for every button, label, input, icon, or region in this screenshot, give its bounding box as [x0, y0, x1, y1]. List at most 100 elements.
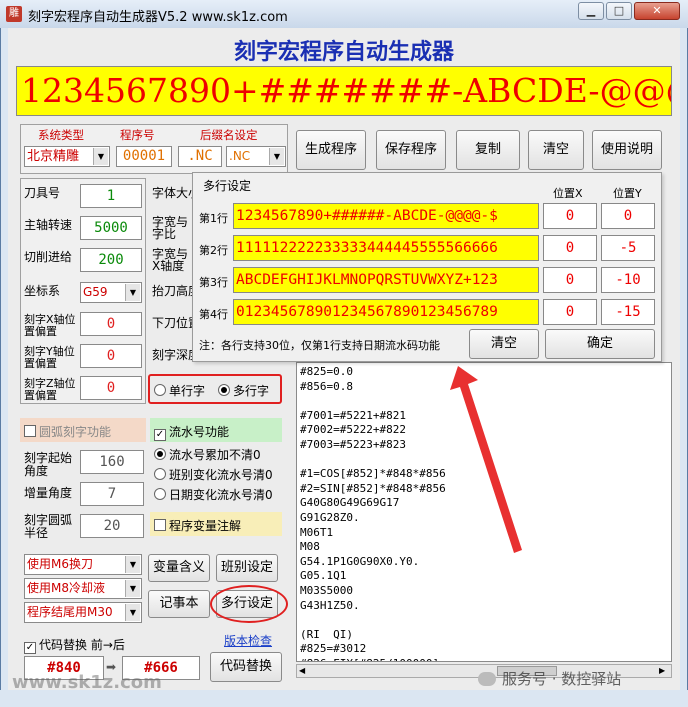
x-offset-input[interactable]: 0 [80, 312, 142, 336]
highlight-ellipse [210, 585, 288, 623]
row1-x-input[interactable]: 0 [543, 203, 597, 229]
checkbox-icon [24, 425, 36, 437]
tool-change-select[interactable]: 使用M6换刀 ▼ [24, 554, 142, 575]
coord-select[interactable]: G59 ▼ [80, 282, 142, 303]
tool-no-label: 刀具号 [24, 186, 61, 200]
serial-opt2-radio[interactable]: 班别变化流水号清0 [154, 466, 273, 483]
radio-icon [154, 488, 166, 500]
row1-y-input[interactable]: 0 [601, 203, 655, 229]
maximize-button[interactable]: □ [606, 2, 632, 20]
coord-label: 坐标系 [24, 284, 61, 298]
watermark-right: 服务号 · 数控驿站 [478, 668, 621, 689]
row3-y-input[interactable]: -10 [601, 267, 655, 293]
title-bar: 雕 刻字宏程序自动生成器V5.2 www.sk1z.com ▁ □ ✕ [0, 0, 688, 28]
code-replace-checkbox[interactable]: ✓ 代码替换 前→后 [24, 636, 125, 654]
checkbox-icon [154, 519, 166, 531]
spindle-input[interactable]: 5000 [80, 216, 142, 240]
row3-text-input[interactable]: ABCDEFGHIJKLMNOPQRSTUVWXYZ+123 [233, 267, 539, 293]
dialog-clear-button[interactable]: 清空 [469, 329, 539, 359]
suffix-label: 后缀名设定 [200, 128, 258, 142]
arc-inc-label: 增量角度 [24, 486, 73, 500]
checkmark-icon: ✓ [24, 642, 36, 654]
row1-label: 第1行 [199, 212, 228, 225]
version-check-link[interactable]: 版本检查 [224, 632, 272, 649]
save-button[interactable]: 保存程序 [376, 130, 446, 170]
shift-set-button[interactable]: 班别设定 [216, 554, 278, 582]
z-offset-input[interactable]: 0 [80, 376, 142, 400]
chevron-down-icon: ▼ [269, 148, 284, 165]
row2-y-input[interactable]: -5 [601, 235, 655, 261]
wechat-icon [478, 672, 496, 686]
z-offset-label: 刻字Z轴位置偏置 [24, 377, 76, 402]
radio-selected-icon [218, 384, 230, 396]
multi-line-radio[interactable]: 多行字 [218, 382, 269, 399]
serial-func-checkbox[interactable]: ✓ 流水号功能 [154, 423, 229, 441]
row2-x-input[interactable]: 0 [543, 235, 597, 261]
row1-text-input[interactable]: 1234567890+######-ABCDE-@@@@-$ [233, 203, 539, 229]
row2-text-input[interactable]: 111112222233333444445555566666 [233, 235, 539, 261]
chevron-down-icon: ▼ [125, 556, 140, 573]
system-type-select[interactable]: 北京精雕 ▼ [24, 146, 110, 167]
program-no-label: 程序号 [120, 128, 155, 142]
close-button[interactable]: ✕ [634, 2, 680, 20]
chevron-down-icon: ▼ [125, 284, 140, 301]
radio-selected-icon [154, 448, 166, 460]
radio-icon [154, 468, 166, 480]
program-end-select[interactable]: 程序结尾用M30 ▼ [24, 602, 142, 623]
y-offset-input[interactable]: 0 [80, 344, 142, 368]
row3-x-input[interactable]: 0 [543, 267, 597, 293]
copy-button[interactable]: 复制 [456, 130, 520, 170]
single-line-radio[interactable]: 单行字 [154, 382, 205, 399]
app-heading: 刻字宏程序自动生成器 [233, 40, 454, 65]
system-type-label: 系统类型 [38, 128, 84, 142]
arc-inc-input[interactable]: 7 [80, 482, 144, 506]
coolant-select[interactable]: 使用M8冷却液 ▼ [24, 578, 142, 599]
row3-label: 第3行 [199, 276, 228, 289]
radio-icon [154, 384, 166, 396]
watermark-left: www.sk1z.com [12, 672, 162, 693]
row2-label: 第2行 [199, 244, 228, 257]
suffix1-input[interactable]: .NC [178, 146, 222, 167]
feed-input[interactable]: 200 [80, 248, 142, 272]
code-replace-button[interactable]: 代码替换 [210, 652, 282, 682]
app-icon: 雕 [6, 6, 22, 22]
program-no-input[interactable]: 00001 [116, 146, 172, 167]
width-x-label: 字宽与X轴度 [152, 247, 189, 273]
suffix2-select[interactable]: .NC ▼ [226, 146, 286, 167]
width-ratio-label: 字宽与字比 [152, 215, 189, 241]
row4-text-input[interactable]: 012345678901234567890123456789 [233, 299, 539, 325]
scroll-right-icon: ▶ [659, 666, 666, 675]
row4-label: 第4行 [199, 308, 228, 321]
arc-start-input[interactable]: 160 [80, 450, 144, 474]
chevron-down-icon: ▼ [125, 604, 140, 621]
serial-opt3-radio[interactable]: 日期变化流水号清0 [154, 486, 273, 503]
annotation-arrow [450, 366, 522, 553]
arc-radius-input[interactable]: 20 [80, 514, 144, 538]
dialog-note: 注：各行支持30位，仅第1行支持日期流水码功能 [199, 339, 440, 352]
y-offset-label: 刻字Y轴位置偏置 [24, 345, 75, 370]
col-y-header: 位置Y [613, 187, 642, 200]
checkmark-icon: ✓ [154, 429, 166, 441]
preview-banner: 1234567890+#######-ABCDE-@@@@-$ [16, 66, 672, 116]
multiline-dialog: 多行设定 位置X 位置Y 第1行 1234567890+######-ABCDE… [192, 172, 662, 362]
var-meaning-button[interactable]: 变量含义 [148, 554, 210, 582]
chevron-down-icon: ▼ [93, 148, 108, 165]
window-title: 刻字宏程序自动生成器V5.2 www.sk1z.com [28, 10, 288, 25]
generate-button[interactable]: 生成程序 [296, 130, 366, 170]
arc-func-checkbox[interactable]: 圆弧刻字功能 [24, 423, 111, 440]
chevron-down-icon: ▼ [125, 580, 140, 597]
annotate-checkbox[interactable]: 程序变量注解 [154, 517, 241, 534]
help-button[interactable]: 使用说明 [592, 130, 662, 170]
tool-no-input[interactable]: 1 [80, 184, 142, 208]
serial-opt1-radio[interactable]: 流水号累加不清0 [154, 446, 261, 463]
scroll-left-icon: ◀ [299, 666, 306, 675]
dialog-title: 多行设定 [203, 179, 252, 193]
clear-button[interactable]: 清空 [528, 130, 584, 170]
x-offset-label: 刻字X轴位置偏置 [24, 313, 76, 338]
spindle-label: 主轴转速 [24, 218, 73, 232]
notepad-button[interactable]: 记事本 [148, 590, 210, 618]
minimize-button[interactable]: ▁ [578, 2, 604, 20]
row4-x-input[interactable]: 0 [543, 299, 597, 325]
row4-y-input[interactable]: -15 [601, 299, 655, 325]
dialog-ok-button[interactable]: 确定 [545, 329, 655, 359]
